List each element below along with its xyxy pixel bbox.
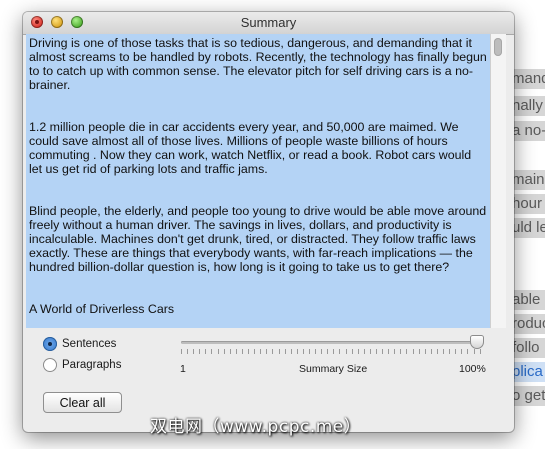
sentences-radio-label: Sentences	[62, 338, 117, 350]
summary-size-slider-knob[interactable]	[470, 335, 484, 349]
slider-tick	[187, 349, 189, 354]
slider-tick	[217, 349, 219, 354]
slider-tick	[278, 349, 280, 354]
summary-paragraph: 1.2 million people die in car accidents …	[29, 120, 472, 176]
slider-tick	[455, 349, 457, 354]
slider-tick	[327, 349, 329, 354]
slider-tick	[449, 349, 451, 354]
paragraphs-radio[interactable]: Paragraphs	[43, 356, 121, 374]
slider-tick	[436, 349, 438, 354]
slider-tick	[205, 349, 207, 354]
slider-tick	[284, 349, 286, 354]
close-window-icon[interactable]	[31, 16, 43, 28]
slider-tick	[308, 349, 310, 354]
slider-tick	[400, 349, 402, 354]
slider-tick	[248, 349, 250, 354]
slider-tick	[266, 349, 268, 354]
slider-tick	[302, 349, 304, 354]
slider-max-label: 100%	[459, 363, 486, 375]
slider-tick	[467, 349, 469, 354]
slider-title: Summary Size	[299, 363, 368, 375]
slider-tick	[211, 349, 213, 354]
slider-tick	[376, 349, 377, 354]
summary-text-area[interactable]: Driving is one of those tasks that is so…	[26, 34, 490, 328]
slider-tick	[199, 349, 201, 354]
slider-min-label: 1	[180, 363, 186, 375]
slider-tick	[260, 349, 262, 354]
slider-tick	[296, 349, 298, 354]
slider-tick	[272, 349, 274, 354]
summary-heading: A World of Driverless Cars	[29, 302, 175, 316]
vertical-scrollbar[interactable]	[490, 34, 506, 328]
slider-tick	[254, 349, 256, 354]
watermark-text: 双电网（www.pcpc.me）	[150, 417, 362, 437]
slider-tick	[394, 349, 396, 354]
summary-paragraph: Driving is one of those tasks that is so…	[29, 36, 487, 92]
slider-ticks	[181, 349, 481, 355]
slider-tick	[473, 349, 475, 354]
clear-all-button[interactable]: Clear all	[43, 392, 122, 413]
slider-tick	[369, 349, 371, 354]
radio-selected-icon	[43, 337, 57, 351]
slider-tick	[229, 349, 231, 354]
scrollbar-thumb[interactable]	[494, 38, 502, 56]
summary-window: Summary Driving is one of those tasks th…	[23, 12, 514, 432]
slider-tick	[241, 349, 243, 354]
slider-tick	[315, 349, 317, 354]
window-title: Summary	[240, 15, 297, 30]
slider-tick	[382, 349, 384, 354]
radio-unselected-icon	[43, 358, 57, 372]
slider-tick	[339, 349, 341, 354]
summary-text: Driving is one of those tasks that is so…	[29, 36, 487, 316]
slider-tick	[424, 349, 426, 354]
summary-paragraph: Blind people, the elderly, and people to…	[29, 204, 487, 274]
slider-tick	[412, 349, 414, 354]
slider-tick	[321, 349, 323, 354]
slider-tick	[357, 349, 359, 354]
slider-tick	[345, 349, 347, 354]
slider-tick	[351, 349, 353, 354]
slider-tick	[388, 349, 390, 354]
minimize-window-icon[interactable]	[51, 16, 63, 28]
title-bar[interactable]: Summary	[23, 12, 514, 35]
sentences-radio[interactable]: Sentences	[43, 335, 116, 353]
zoom-window-icon[interactable]	[71, 16, 83, 28]
slider-tick	[290, 349, 292, 354]
slider-tick	[461, 349, 463, 354]
slider-tick	[443, 349, 445, 354]
slider-tick	[363, 349, 365, 354]
slider-tick	[430, 349, 432, 354]
slider-tick	[193, 349, 195, 354]
slider-tick	[333, 349, 335, 354]
slider-tick	[406, 349, 408, 354]
slider-tick	[235, 349, 237, 354]
slider-tick	[479, 349, 481, 354]
slider-tick	[418, 349, 420, 354]
slider-tick	[181, 349, 182, 354]
slider-tick	[223, 349, 225, 354]
summary-size-slider[interactable]	[181, 341, 481, 344]
paragraphs-radio-label: Paragraphs	[62, 359, 122, 371]
